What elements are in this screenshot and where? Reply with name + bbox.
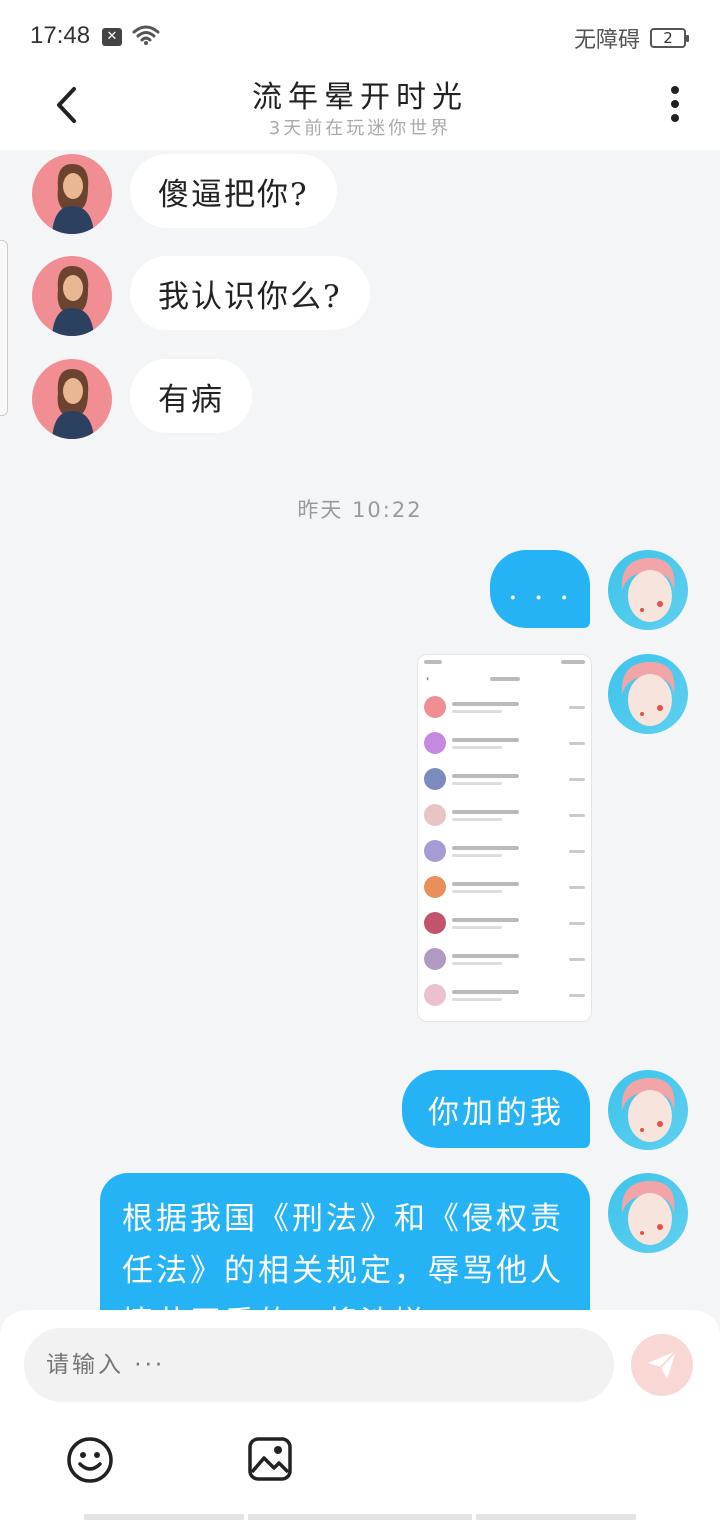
- screenshot-row: [418, 761, 591, 797]
- message-bubble[interactable]: 我认识你么?: [130, 256, 370, 330]
- status-time: 17:48: [30, 22, 91, 49]
- emoji-button[interactable]: [66, 1436, 114, 1488]
- message-bubble[interactable]: 有病: [130, 359, 252, 433]
- message-bubble[interactable]: 傻逼把你?: [130, 154, 337, 228]
- page-subtitle: 3天前在玩迷你世界: [268, 118, 452, 139]
- screenshot-status: [418, 655, 591, 669]
- more-dot: [671, 86, 679, 94]
- contact-avatar[interactable]: [32, 256, 112, 336]
- more-dot: [671, 100, 679, 108]
- message-bubble-self[interactable]: . . .: [490, 550, 590, 628]
- screenshot-row: [418, 689, 591, 725]
- more-button[interactable]: [660, 82, 690, 126]
- emoji-icon: [67, 1437, 113, 1483]
- avatar-icon: [621, 1078, 675, 1142]
- send-icon: [648, 1350, 677, 1379]
- my-avatar[interactable]: [608, 654, 688, 734]
- more-dot: [671, 114, 679, 122]
- screenshot-row: [418, 905, 591, 941]
- my-avatar[interactable]: [608, 1070, 688, 1150]
- side-edge-handle[interactable]: [0, 240, 8, 416]
- send-button[interactable]: [631, 1334, 693, 1396]
- input-panel: [0, 1310, 720, 1520]
- image-icon: [248, 1437, 292, 1481]
- avatar-icon: [52, 369, 94, 439]
- battery-icon: 2: [650, 28, 689, 48]
- time-divider: 昨天 10:22: [297, 498, 423, 522]
- avatar-icon: [52, 164, 94, 234]
- avatar-icon: [52, 266, 94, 336]
- avatar-icon: [621, 1181, 675, 1245]
- screenshot-row: [418, 869, 591, 905]
- screenshot-row: [418, 725, 591, 761]
- notification-icon: ✕: [102, 28, 122, 46]
- page-title: 流年晕开时光: [252, 80, 468, 115]
- wifi-icon: [132, 25, 160, 45]
- message-list[interactable]: 傻逼把你? 我认识你么? 有病 昨天 10:22 . . . ‹ 你加的我 根据…: [0, 150, 720, 1310]
- screenshot-row: [418, 977, 591, 1013]
- screenshot-header: ‹: [418, 669, 591, 689]
- avatar-icon: [621, 662, 675, 726]
- status-bar: 17:48 ✕ 无障碍 2: [0, 0, 720, 72]
- my-avatar[interactable]: [608, 550, 688, 630]
- chat-header: 流年晕开时光 3天前在玩迷你世界: [0, 72, 720, 150]
- contact-avatar[interactable]: [32, 154, 112, 234]
- nav-bar-segment: [84, 1514, 244, 1520]
- screenshot-row: [418, 833, 591, 869]
- accessibility-label: 无障碍: [573, 28, 640, 53]
- status-right: 无障碍 2: [573, 22, 689, 54]
- contact-avatar[interactable]: [32, 359, 112, 439]
- screenshot-row: [418, 797, 591, 833]
- screenshot-image-message[interactable]: ‹: [417, 654, 592, 1022]
- image-button[interactable]: [247, 1436, 293, 1486]
- message-bubble-self[interactable]: 你加的我: [402, 1070, 590, 1148]
- screenshot-row: [418, 941, 591, 977]
- nav-bar-segment: [248, 1514, 472, 1520]
- nav-bar-segment: [476, 1514, 636, 1520]
- avatar-icon: [621, 558, 675, 622]
- message-input[interactable]: [24, 1328, 614, 1402]
- message-bubble-self[interactable]: 根据我国《刑法》和《侵权责任法》的相关规定，辱骂他人情节严重的，将涉嫌: [100, 1173, 590, 1310]
- my-avatar[interactable]: [608, 1173, 688, 1253]
